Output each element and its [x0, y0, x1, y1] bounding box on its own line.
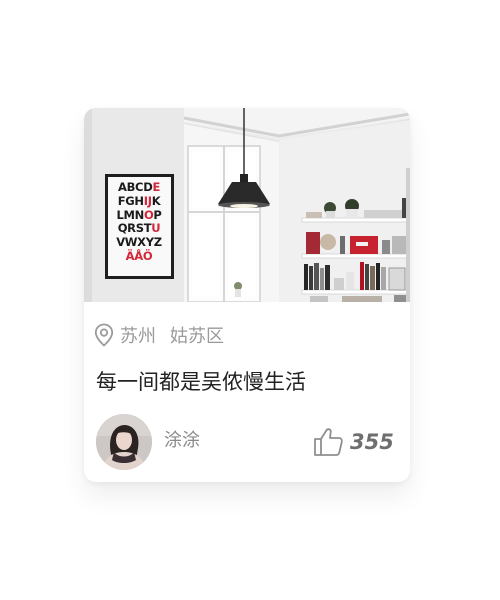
- avatar[interactable]: [96, 414, 152, 470]
- avatar-photo: [96, 414, 152, 470]
- like-count: 355: [350, 430, 394, 454]
- author-name[interactable]: 涂涂: [164, 426, 200, 452]
- poster-line: VWXYZ: [116, 235, 162, 250]
- alphabet-poster: ABCDE FGHIJK LMNOP QRSTU VWXYZ ÄÅÖ: [108, 180, 170, 264]
- like-button[interactable]: [311, 424, 345, 458]
- room-photo: ABCDE FGHIJK LMNOP QRSTU VWXYZ ÄÅÖ: [84, 108, 410, 302]
- location-row: 苏州 姑苏区: [94, 322, 224, 348]
- poster-line: ÄÅÖ: [125, 248, 153, 263]
- poster-line: FGHIJK: [117, 193, 161, 208]
- location-city: 苏州: [120, 326, 156, 347]
- thumbs-up-icon: [314, 428, 343, 456]
- poster-line: ABCDE: [117, 180, 160, 194]
- poster-line: QRSTU: [117, 221, 161, 236]
- page-background: ABCDE FGHIJK LMNOP QRSTU VWXYZ ÄÅÖ 苏州 姑苏…: [0, 0, 500, 600]
- card-title[interactable]: 每一间都是吴侬慢生活: [96, 366, 306, 396]
- location-district: 姑苏区: [170, 326, 224, 347]
- listing-card[interactable]: ABCDE FGHIJK LMNOP QRSTU VWXYZ ÄÅÖ 苏州 姑苏…: [84, 108, 410, 482]
- location-pin-icon: [94, 323, 114, 347]
- poster-line: LMNOP: [116, 207, 162, 222]
